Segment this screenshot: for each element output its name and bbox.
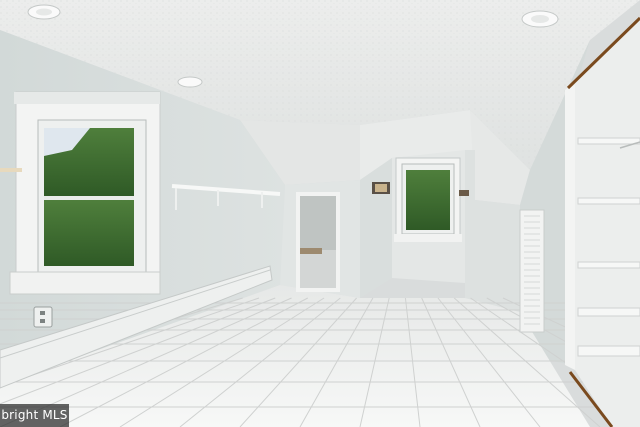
closet (565, 16, 640, 427)
attic-room-photo (0, 0, 640, 427)
outlet-icon (33, 306, 53, 328)
louvered-access-door (519, 209, 545, 333)
ceiling-light-icon (521, 10, 559, 28)
watermark-logo: bright MLS (0, 404, 69, 427)
wall-sconce-icon (372, 182, 390, 194)
doorway (296, 192, 340, 292)
ceiling-light-icon (27, 4, 61, 20)
left-window (9, 91, 161, 295)
back-window (394, 157, 462, 242)
ceiling-light-icon (177, 76, 203, 88)
wall-hook (459, 190, 469, 196)
